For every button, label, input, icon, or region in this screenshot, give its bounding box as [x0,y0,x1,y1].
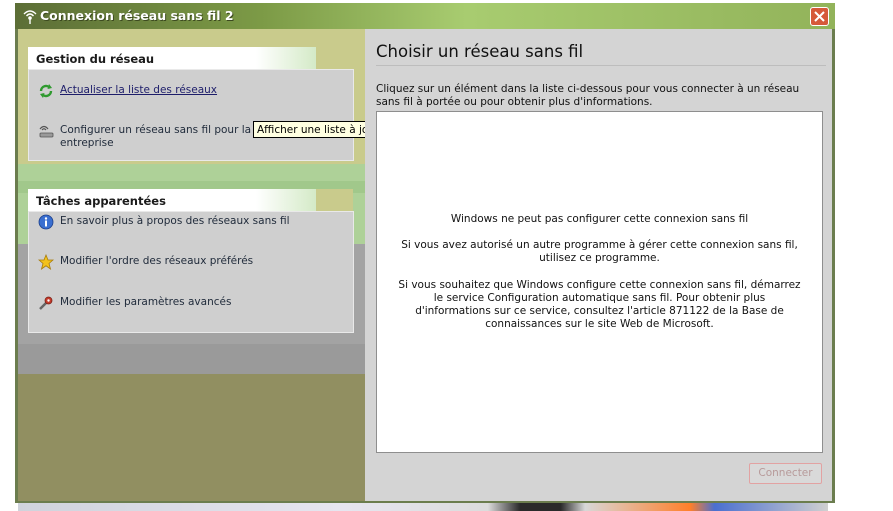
star-icon [37,253,55,270]
change-preferred-order-link[interactable]: Modifier l'ordre des réseaux préférés [37,253,338,270]
setup-wireless-label-line1: Configurer un réseau sans fil pour la ma [60,124,272,136]
wireless-setup-icon [38,123,54,139]
wireless-network-icon [20,7,40,25]
header-fade-2 [256,189,316,211]
window-title: Connexion réseau sans fil 2 [40,8,234,23]
page-title: Choisir un réseau sans fil [376,42,584,61]
learn-wireless-label: En savoir plus à propos des réseaux sans… [60,215,290,227]
title-bar[interactable]: Connexion réseau sans fil 2 [15,3,835,29]
network-list-pane: Choisir un réseau sans fil Cliquez sur u… [365,29,832,501]
taskbar-strip [18,503,828,511]
info-icon [38,214,54,230]
related-tasks-panel: En savoir plus à propos des réseaux sans… [28,211,354,333]
setup-wireless-label-line2: entreprise [60,137,114,149]
network-tasks-panel: Actualiser la liste des réseaux Configur… [28,69,354,161]
refresh-icon [38,83,54,99]
change-advanced-settings-label: Modifier les paramètres avancés [60,296,232,308]
start-service-message: Si vous souhaitez que Windows configure … [398,279,801,330]
refresh-network-list-link[interactable]: Actualiser la liste des réseaux [38,83,338,99]
cannot-configure-message: Windows ne peut pas configurer cette con… [450,213,749,225]
change-preferred-order-label: Modifier l'ordre des réseaux préférés [60,255,254,267]
settings-icon [38,295,54,311]
header-end [316,47,353,69]
other-program-message: Si vous avez autorisé un autre programme… [401,239,798,264]
header-fade [256,47,316,69]
setup-wireless-label: Configurer un réseau sans fil pour la ma… [60,124,271,150]
task-pane: Gestion du réseau Actualiser la liste de… [18,29,365,501]
pane-bg-bottom [18,374,365,501]
connect-button[interactable]: Connecter [749,463,822,484]
change-advanced-settings-link[interactable]: Modifier les paramètres avancés [38,295,338,311]
learn-wireless-link[interactable]: En savoir plus à propos des réseaux sans… [38,214,338,230]
instruction-text: Cliquez sur un élément dans la liste ci-… [376,83,800,108]
refresh-network-list-label: Actualiser la liste des réseaux [60,84,218,96]
pane-bg-grey-lower [18,344,365,374]
title-divider [376,65,826,66]
wireless-connection-window: Connexion réseau sans fil 2 Gestion du r… [15,3,835,503]
close-icon [814,11,825,22]
close-button[interactable] [810,7,829,26]
network-list[interactable]: Windows ne peut pas configurer cette con… [376,111,823,453]
header-end-2 [316,189,353,211]
tooltip: Afficher une liste à jour [253,121,365,138]
